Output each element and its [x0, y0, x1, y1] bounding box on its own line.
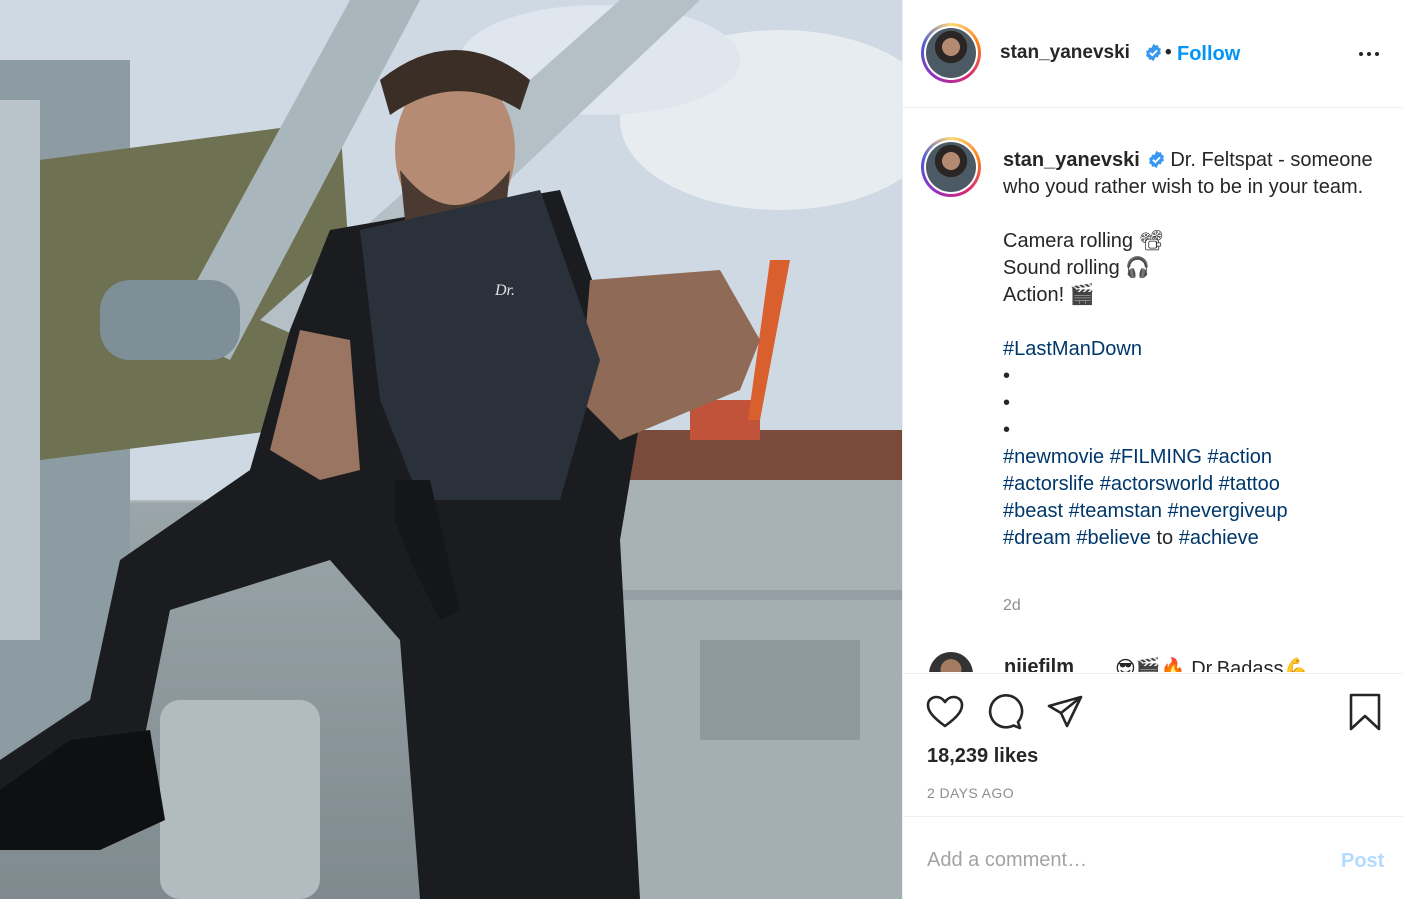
avatar-image	[926, 142, 976, 192]
verified-icon	[1149, 150, 1165, 169]
caption-username[interactable]: stan_yanevski	[1003, 149, 1140, 171]
comment-text: 😎🎬🔥 Dr.Badass💪	[1115, 658, 1309, 672]
follow-button[interactable]: Follow	[1177, 43, 1240, 66]
more-options-icon[interactable]	[1355, 40, 1383, 68]
comments-list[interactable]: stan_yanevski Dr. Feltspat - someone who…	[903, 109, 1403, 672]
hashtag-link[interactable]: #LastManDown	[1003, 338, 1142, 360]
hashtag-link[interactable]: #actorsworld	[1100, 473, 1213, 495]
author-username[interactable]: stan_yanevski	[1000, 42, 1130, 64]
hashtag-link[interactable]: #tattoo	[1219, 473, 1280, 495]
post-caption: stan_yanevski Dr. Feltspat - someone who…	[1003, 147, 1373, 552]
hashtag-link[interactable]: #actorslife	[1003, 473, 1094, 495]
share-icon[interactable]	[1045, 692, 1085, 732]
avatar-image	[926, 28, 976, 78]
author-avatar[interactable]	[921, 23, 981, 83]
caption-line: Sound rolling 🎧	[1003, 257, 1151, 279]
comment-input[interactable]	[927, 845, 1307, 875]
caption-line: Camera rolling 📽	[1003, 230, 1164, 252]
likes-count[interactable]: 18,239 likes	[927, 745, 1038, 768]
caption-line: Action! 🎬	[1003, 284, 1095, 306]
verified-icon	[1139, 43, 1163, 64]
hashtag-link[interactable]: #teamstan	[1069, 500, 1162, 522]
caption-bullet: •	[1003, 365, 1011, 387]
commenter-avatar[interactable]	[929, 652, 973, 672]
like-icon[interactable]	[925, 692, 965, 732]
post-comment-button[interactable]: Post	[1341, 850, 1384, 873]
post-side-panel: stan_yanevski • Follow stan_yanevski Dr.…	[902, 0, 1403, 899]
comment-icon[interactable]	[985, 692, 1025, 732]
hashtag-link[interactable]: #FILMING	[1110, 446, 1202, 468]
svg-text:Dr.: Dr.	[494, 282, 515, 299]
hashtag-link[interactable]: #believe	[1076, 527, 1151, 549]
caption-bullet: •	[1003, 419, 1011, 441]
comment-item: njiefilm 😎🎬🔥 Dr.Badass💪	[929, 652, 1389, 672]
post-header: stan_yanevski • Follow	[903, 0, 1403, 108]
hashtag-link[interactable]: #action	[1208, 446, 1273, 468]
post-actions: 18,239 likes 2 DAYS AGO	[903, 673, 1403, 816]
add-comment-bar: Post	[903, 816, 1403, 899]
hashtag-link[interactable]: #dream	[1003, 527, 1071, 549]
post-photo[interactable]: Dr.	[0, 0, 902, 899]
header-separator: •	[1165, 42, 1172, 63]
commenter-username[interactable]: njiefilm	[1004, 656, 1074, 672]
post-photo-illustration: Dr.	[0, 0, 902, 899]
save-icon[interactable]	[1345, 692, 1385, 732]
post-timestamp[interactable]: 2 DAYS AGO	[927, 785, 1014, 801]
hashtag-link[interactable]: #newmovie	[1003, 446, 1104, 468]
hashtag-link[interactable]: #nevergiveup	[1168, 500, 1288, 522]
hashtag-link[interactable]: #achieve	[1179, 527, 1259, 549]
hashtag-link[interactable]: #beast	[1003, 500, 1063, 522]
caption-time[interactable]: 2d	[1003, 597, 1021, 615]
caption-author-avatar[interactable]	[921, 137, 981, 197]
caption-word: to	[1156, 527, 1174, 549]
caption-bullet: •	[1003, 392, 1011, 414]
